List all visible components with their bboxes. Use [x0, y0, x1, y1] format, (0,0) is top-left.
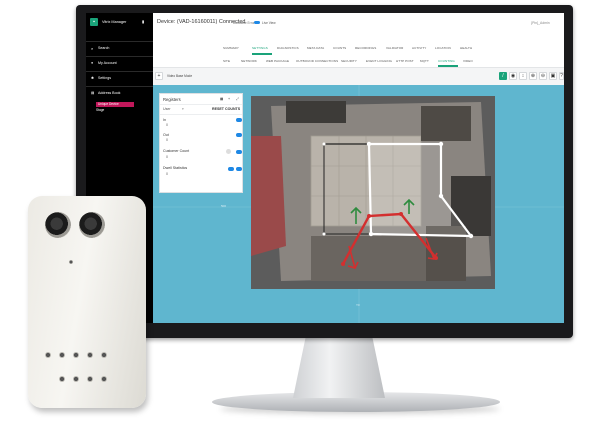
live-view-toggle[interactable] [254, 20, 260, 24]
app-title: Vitrix Manager [102, 20, 127, 24]
registers-panel: Registers ▦ + ⤢ User ▾ RESET COUNTS In 0… [159, 93, 243, 193]
tab-recordings[interactable]: RECORDINGS [355, 46, 376, 50]
tab-activity[interactable]: ACTIVITY [412, 46, 426, 50]
register-count: 0 [166, 155, 168, 159]
people-counter-camera [28, 196, 146, 408]
register-count: 0 [166, 123, 168, 127]
vent-hole [101, 376, 107, 382]
tab-network[interactable]: NETWORK [241, 59, 257, 63]
grid-label-bottom: Y0 [356, 303, 360, 307]
tab-counting[interactable]: COUNTING [438, 59, 455, 63]
app-logo: ▪ [90, 18, 98, 26]
monitor-stand-neck [293, 336, 385, 398]
status-label: Database Error [233, 20, 255, 25]
sidebar-subitem-stage[interactable]: Stage [96, 108, 104, 112]
top-bar: Device: (VAD-16160011) Connected Databas… [153, 13, 564, 42]
tab-event-logging[interactable]: EVENT LOGGING [366, 59, 392, 63]
register-item-out[interactable]: Out 0 [160, 130, 242, 145]
eye-icon[interactable]: ◉ [509, 72, 517, 80]
settings-icon[interactable] [226, 149, 231, 154]
tab-video[interactable]: VIDEO [463, 59, 473, 63]
tab-http-post[interactable]: HTTP POST [396, 59, 414, 63]
register-toggle[interactable] [228, 167, 234, 171]
register-toggle[interactable] [236, 167, 242, 171]
collapse-icon[interactable]: ▮ [142, 19, 144, 24]
tab-summary[interactable]: SUMMARY [223, 46, 239, 50]
tab-outbound-connections[interactable]: OUTBOUND CONNECTIONS [296, 59, 338, 63]
reset-counts-button[interactable]: RESET COUNTS [212, 107, 240, 111]
tab-mqtt[interactable]: MQTT [420, 59, 429, 63]
zoom-in-icon[interactable]: ⊕ [529, 72, 537, 80]
tab-web-package[interactable]: WEB PACKAGE [266, 59, 289, 63]
register-toggle[interactable] [236, 118, 242, 122]
sidebar-item-address-book[interactable]: Address Book [98, 91, 120, 95]
register-item-in[interactable]: In 0 [160, 114, 242, 129]
register-count: 0 [166, 172, 168, 176]
live-view-label: Live View [262, 20, 276, 25]
draw-icon[interactable]: / [499, 72, 507, 80]
tab-counts[interactable]: COUNTS [333, 46, 346, 50]
register-toggle[interactable] [236, 150, 242, 154]
register-filter-select[interactable]: User [163, 107, 171, 111]
registers-title: Registers [163, 97, 181, 102]
primary-tabs: SUMMARY SETTINGS DIAGNOSTICS META DATA C… [153, 41, 564, 56]
camera-video-feed[interactable] [251, 96, 495, 289]
tab-validator[interactable]: VALIDATOR [386, 46, 403, 50]
grid-icon[interactable]: ▦ [220, 97, 223, 101]
sidebar-item-settings[interactable]: Settings [98, 76, 111, 80]
gear-icon: ✱ [91, 76, 95, 80]
sidebar-search[interactable]: Search [98, 46, 109, 50]
vent-hole [101, 352, 107, 358]
expand-icon[interactable]: ⤢ [236, 97, 239, 101]
add-register-icon[interactable]: + [228, 97, 230, 101]
video-scene [251, 96, 495, 289]
status-led [69, 260, 73, 264]
register-name: Customer Count [163, 149, 190, 153]
register-name: Out [163, 133, 169, 137]
register-name: In [163, 118, 166, 122]
book-icon: ▤ [91, 91, 95, 95]
tab-site[interactable]: SITE [223, 59, 230, 63]
vent-hole [73, 376, 79, 382]
vent-hole [87, 376, 93, 382]
sidebar-subitem-unique-device[interactable]: Unique Device [98, 102, 119, 106]
search-icon[interactable]: ⌕ [91, 46, 93, 51]
tab-health[interactable]: HEALTH [460, 46, 472, 50]
canvas-toolbar: + Video Base Mode / ◉ ↕ ⊕ ⊖ ▣ ? [153, 69, 564, 83]
register-name: Dwell Statistics [163, 166, 188, 170]
camera-lens-left [45, 212, 71, 238]
user-icon: ● [91, 61, 94, 65]
tab-diagnostics[interactable]: DIAGNOSTICS [277, 46, 299, 50]
register-list: In 0 Out 0 Customer Count 0 Dwell Statis… [160, 114, 242, 192]
vent-hole [87, 352, 93, 358]
camera-icon[interactable]: ▣ [549, 72, 557, 80]
help-icon[interactable]: ? [559, 72, 564, 80]
vent-hole [73, 352, 79, 358]
tab-location[interactable]: LOCATION [435, 46, 451, 50]
vent-hole [59, 376, 65, 382]
secondary-tabs: SITE NETWORK WEB PACKAGE OUTBOUND CONNEC… [153, 55, 564, 68]
tab-security[interactable]: SECURITY [341, 59, 357, 63]
grid-label-left: 500 [221, 204, 227, 208]
move-icon[interactable]: ↕ [519, 72, 527, 80]
tab-settings[interactable]: SETTINGS [252, 46, 268, 50]
video-mode-label[interactable]: Video Base Mode [167, 74, 192, 78]
chevron-down-icon[interactable]: ▾ [182, 107, 184, 111]
tab-meta-data[interactable]: META DATA [307, 46, 324, 50]
register-item-customer-count[interactable]: Customer Count 0 [160, 147, 242, 162]
register-item-dwell-statistics[interactable]: Dwell Statistics 0 [160, 164, 242, 179]
user-menu[interactable]: {Pin}_Admin [531, 21, 550, 25]
register-count: 0 [166, 138, 168, 142]
monitor-screen: 500 500 Y0 [86, 13, 564, 323]
sidebar-item-my-account[interactable]: My Account [98, 61, 117, 65]
vent-hole [59, 352, 65, 358]
add-icon[interactable]: + [155, 72, 163, 80]
register-toggle[interactable] [236, 133, 242, 137]
zoom-out-icon[interactable]: ⊖ [539, 72, 547, 80]
active-subtab-indicator [438, 65, 458, 67]
camera-lens-right [79, 212, 105, 238]
vent-hole [45, 352, 51, 358]
